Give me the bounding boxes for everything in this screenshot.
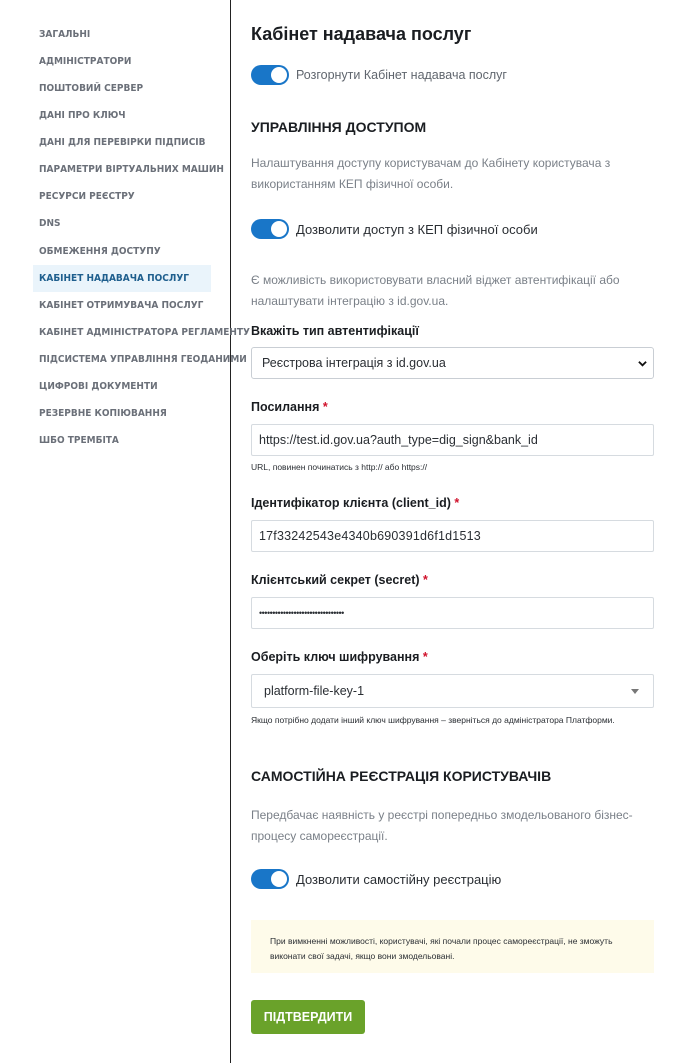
kep-access-label: Дозволити доступ з КЕП фізичної особи bbox=[296, 221, 538, 237]
page-title: Кабінет надавача послуг bbox=[251, 24, 472, 44]
deploy-cabinet-toggle[interactable]: Розгорнути Кабінет надавача послуг bbox=[251, 65, 507, 85]
sidebar-item-geodata-subsystem[interactable]: ПІДСИСТЕМА УПРАВЛІННЯ ГЕОДАНИМИ bbox=[33, 346, 247, 373]
secret-input[interactable]: •••••••••••••••••••••••••••••••• bbox=[251, 597, 654, 629]
sidebar-item-key-data[interactable]: ДАНІ ПРО КЛЮЧ bbox=[33, 102, 211, 129]
sidebar-item-general[interactable]: ЗАГАЛЬНІ bbox=[33, 21, 211, 48]
sidebar-item-administrators[interactable]: АДМІНІСТРАТОРИ bbox=[33, 48, 211, 75]
client-id-label-text: Ідентифікатор клієнта (client_id) bbox=[251, 496, 451, 510]
sidebar-item-vm-parameters[interactable]: ПАРАМЕТРИ ВІРТУАЛЬНИХ МАШИН bbox=[33, 156, 224, 183]
auth-type-select[interactable]: Реєстрова інтеграція з id.gov.ua bbox=[251, 347, 654, 379]
settings-sidebar: ЗАГАЛЬНІ АДМІНІСТРАТОРИ ПОШТОВИЙ СЕРВЕР … bbox=[0, 0, 250, 1063]
required-mark: * bbox=[423, 573, 428, 587]
required-mark: * bbox=[322, 400, 328, 414]
sidebar-item-dns[interactable]: DNS bbox=[33, 210, 211, 237]
sidebar-item-trembita[interactable]: ШБО ТРЕМБІТА bbox=[33, 427, 211, 454]
secret-label: Клієнтський секрет (secret) * bbox=[251, 573, 428, 587]
access-section-title: УПРАВЛІННЯ ДОСТУПОМ bbox=[251, 119, 427, 135]
toggle-switch[interactable] bbox=[251, 65, 289, 85]
toggle-switch[interactable] bbox=[251, 219, 289, 239]
self-registration-toggle[interactable]: Дозволити самостійну реєстрацію bbox=[251, 869, 501, 889]
key-label-text: Оберіть ключ шифрування bbox=[251, 650, 420, 664]
toggle-knob bbox=[271, 221, 287, 237]
url-label: Посилання * bbox=[251, 400, 328, 414]
required-mark: * bbox=[422, 650, 428, 664]
sidebar-item-mail-server[interactable]: ПОШТОВИЙ СЕРВЕР bbox=[33, 75, 211, 102]
sidebar-item-signature-verification[interactable]: ДАНІ ДЛЯ ПЕРЕВІРКИ ПІДПИСІВ bbox=[33, 129, 211, 156]
warning-notice-text: При вимкненні можливості, користувачі, я… bbox=[270, 936, 613, 961]
auth-type-label: Вкажіть тип автентифікації bbox=[251, 324, 419, 338]
sidebar-item-access-restrictions[interactable]: ОБМЕЖЕННЯ ДОСТУПУ bbox=[33, 238, 211, 265]
url-label-text: Посилання bbox=[251, 400, 320, 414]
sidebar-item-digital-documents[interactable]: ЦИФРОВІ ДОКУМЕНТИ bbox=[33, 373, 211, 400]
key-hint: Якщо потрібно додати інший ключ шифруван… bbox=[251, 715, 615, 725]
submit-button[interactable]: ПІДТВЕРДИТИ bbox=[251, 1000, 365, 1034]
encryption-key-select[interactable]: platform-file-key-1 bbox=[251, 674, 654, 708]
sidebar-item-backup[interactable]: РЕЗЕРВНЕ КОПІЮВАННЯ bbox=[33, 400, 211, 427]
encryption-key-value: platform-file-key-1 bbox=[264, 684, 365, 698]
self-registration-label: Дозволити самостійну реєстрацію bbox=[296, 871, 502, 887]
chevron-down-icon bbox=[638, 361, 647, 367]
access-description: Налаштування доступу користувачам до Каб… bbox=[251, 156, 611, 191]
self-registration-title: САМОСТІЙНА РЕЄСТРАЦІЯ КОРИСТУВАЧІВ bbox=[251, 768, 552, 784]
toggle-switch[interactable] bbox=[251, 869, 289, 889]
required-mark: * bbox=[454, 496, 460, 510]
client-id-input[interactable]: 17f33242543e4340b690391d6f1d1513 bbox=[251, 520, 654, 552]
sidebar-item-registry-resources[interactable]: РЕСУРСИ РЕЄСТРУ bbox=[33, 183, 211, 210]
sidebar-item-regulation-admin-cabinet[interactable]: КАБІНЕТ АДМІНІСТРАТОРА РЕГЛАМЕНТУ bbox=[33, 319, 250, 346]
url-hint: URL, повинен починатись з http:// або ht… bbox=[251, 462, 428, 472]
caret-down-icon bbox=[631, 689, 639, 694]
client-id-label: Ідентифікатор клієнта (client_id) * bbox=[251, 496, 459, 510]
deploy-cabinet-label: Розгорнути Кабінет надавача послуг bbox=[296, 68, 507, 82]
key-label: Оберіть ключ шифрування * bbox=[251, 650, 428, 664]
widget-note: Є можливість використовувати власний від… bbox=[251, 273, 620, 308]
sidebar-item-provider-cabinet[interactable]: КАБІНЕТ НАДАВАЧА ПОСЛУГ bbox=[33, 265, 211, 292]
sidebar-item-recipient-cabinet[interactable]: КАБІНЕТ ОТРИМУВАЧА ПОСЛУГ bbox=[33, 292, 211, 319]
url-input[interactable]: https://test.id.gov.ua?auth_type=dig_sig… bbox=[251, 424, 654, 456]
warning-notice: При вимкненні можливості, користувачі, я… bbox=[251, 920, 654, 973]
self-registration-description: Передбачає наявність у реєстрі попереднь… bbox=[251, 808, 633, 843]
toggle-knob bbox=[271, 871, 287, 887]
secret-label-text: Клієнтський секрет (secret) bbox=[251, 573, 420, 587]
kep-access-toggle[interactable]: Дозволити доступ з КЕП фізичної особи bbox=[251, 219, 538, 239]
auth-type-value: Реєстрова інтеграція з id.gov.ua bbox=[262, 356, 446, 370]
toggle-knob bbox=[271, 67, 287, 83]
